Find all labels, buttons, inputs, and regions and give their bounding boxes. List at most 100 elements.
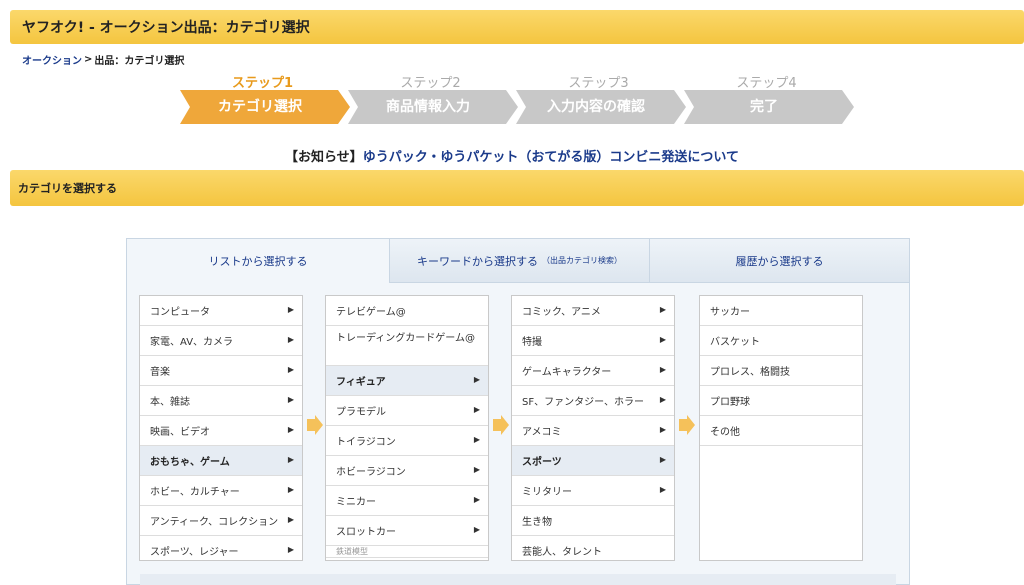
list-item[interactable]: 本、雑誌 ▶	[140, 386, 302, 416]
list-item-label: 音楽	[150, 367, 170, 378]
list-item-selected[interactable]: おもちゃ、ゲーム ▶	[140, 446, 302, 476]
notice-link[interactable]: ゆうパック・ゆうパケット（おてがる版）コンビニ発送について	[363, 150, 739, 165]
caret-right-icon: ▶	[659, 394, 666, 404]
category-panel: リストから選択する キーワードから選択する （出品カテゴリ検索） 履歴から選択する…	[126, 238, 910, 585]
category-column-3: コミック、アニメ ▶ 特撮 ▶ ゲームキャラクター ▶ SF、ファンタジー、ホラー ▶ …	[511, 295, 675, 561]
list-item[interactable]: スポーツ、レジャー ▶	[140, 536, 302, 560]
breadcrumb-link-auction[interactable]: オークション	[22, 52, 82, 67]
breadcrumb-separator: >	[84, 54, 93, 65]
list-item[interactable]: ホビーラジコン ▶	[326, 456, 488, 486]
category-column-2: テレビゲーム@ トレーディングカードゲーム@ フィギュア ▶ プラモデル ▶ トイラ…	[325, 295, 489, 561]
list-item-label: ミニカー	[336, 497, 376, 508]
list-item-label: スポーツ	[522, 457, 562, 468]
tab-list-select[interactable]: リストから選択する	[127, 239, 389, 283]
caret-right-icon: ▶	[287, 334, 294, 344]
list-item-label: コンピュータ	[150, 307, 210, 318]
list-item-label: トレーディングカードゲーム@	[336, 333, 475, 344]
tab-history-select[interactable]: 履歴から選択する	[649, 239, 909, 283]
list-item[interactable]: ミリタリー ▶	[512, 476, 674, 506]
list-item-label: フィギュア	[336, 377, 386, 388]
list-item[interactable]: サッカー	[700, 296, 862, 326]
list-item[interactable]: トレーディングカードゲーム@	[326, 326, 488, 366]
step-4-label: ステップ4	[736, 76, 797, 91]
list-item[interactable]: コミック、アニメ ▶	[512, 296, 674, 326]
tab-keyword-select-label: キーワードから選択する	[417, 254, 538, 268]
list-item-label: バスケット	[710, 337, 760, 348]
caret-right-icon: ▶	[287, 304, 294, 314]
step-2-name: 商品情報入力	[386, 99, 470, 115]
list-item[interactable]: 特撮 ▶	[512, 326, 674, 356]
arrow-right-icon	[493, 415, 509, 435]
list-item-label: アンティーク、コレクション	[150, 517, 279, 528]
list-item[interactable]: アメコミ ▶	[512, 416, 674, 446]
list-item[interactable]: プロレス、格闘技	[700, 356, 862, 386]
list-item-label: コミック、アニメ	[522, 307, 601, 318]
list-item[interactable]: アンティーク、コレクション ▶	[140, 506, 302, 536]
step-4-name: 完了	[750, 99, 778, 115]
list-item-label: プラモデル	[336, 407, 386, 418]
step-3: ステップ3 入力内容の確認	[516, 72, 686, 128]
page-title: ヤフオク! - オークション出品：カテゴリ選択	[22, 20, 310, 36]
step-2-label: ステップ2	[400, 76, 461, 91]
list-item-label: プロ野球	[710, 397, 750, 408]
tab-keyword-select[interactable]: キーワードから選択する （出品カテゴリ検索）	[389, 239, 649, 283]
list-item[interactable]: 音楽 ▶	[140, 356, 302, 386]
arrow-right-icon	[307, 415, 323, 435]
section-title: カテゴリを選択する	[18, 182, 117, 195]
caret-right-icon: ▶	[473, 464, 480, 474]
step-3-name: 入力内容の確認	[547, 99, 645, 115]
list-item-label: 本、雑誌	[150, 397, 190, 408]
list-item-label: 家電、AV、カメラ	[150, 337, 234, 348]
list-item-label: ホビー、カルチャー	[150, 487, 240, 498]
section-header: カテゴリを選択する	[10, 170, 1024, 206]
caret-right-icon: ▶	[287, 544, 294, 554]
list-item-label: トイラジコン	[336, 437, 396, 448]
list-item[interactable]: 生き物	[512, 506, 674, 536]
list-item[interactable]: 芸能人、タレント	[512, 536, 674, 560]
breadcrumb-current: 出品：カテゴリ選択	[94, 56, 185, 67]
list-item-label: 映画、ビデオ	[150, 427, 210, 438]
list-item[interactable]: SF、ファンタジー、ホラー ▶	[512, 386, 674, 416]
step-2: ステップ2 商品情報入力	[348, 72, 518, 128]
breadcrumb: オークション > 出品：カテゴリ選択	[22, 52, 184, 67]
panel-footer-strip	[140, 574, 896, 585]
list-item[interactable]: テレビゲーム@	[326, 296, 488, 326]
caret-right-icon: ▶	[287, 364, 294, 374]
list-item[interactable]: トイラジコン ▶	[326, 426, 488, 456]
list-item[interactable]: 映画、ビデオ ▶	[140, 416, 302, 446]
list-item[interactable]: ゲームキャラクター ▶	[512, 356, 674, 386]
list-item-label: ゲームキャラクター	[522, 367, 612, 378]
list-item[interactable]: その他	[700, 416, 862, 446]
caret-right-icon: ▶	[287, 514, 294, 524]
list-item[interactable]: ミニカー ▶	[326, 486, 488, 516]
caret-right-icon: ▶	[659, 334, 666, 344]
step-1-label: ステップ1	[231, 76, 294, 91]
list-item-selected[interactable]: フィギュア ▶	[326, 366, 488, 396]
caret-right-icon: ▶	[473, 434, 480, 444]
list-item-label: テレビゲーム@	[336, 307, 406, 318]
list-item[interactable]: ホビー、カルチャー ▶	[140, 476, 302, 506]
step-1: ステップ1 カテゴリ選択	[180, 72, 350, 128]
list-item[interactable]: バスケット	[700, 326, 862, 356]
tab-keyword-select-sub: （出品カテゴリ検索）	[542, 256, 622, 265]
list-item-label: ホビーラジコン	[336, 467, 406, 478]
list-item[interactable]: 鉄道模型	[326, 546, 488, 558]
list-item-selected[interactable]: スポーツ ▶	[512, 446, 674, 476]
list-item-label: スロットカー	[336, 527, 396, 538]
notice: 【お知らせ】ゆうパック・ゆうパケット（おてがる版）コンビニ発送について	[0, 146, 1024, 165]
caret-right-icon: ▶	[659, 304, 666, 314]
list-item-label: SF、ファンタジー、ホラー	[522, 397, 644, 408]
caret-right-icon: ▶	[473, 374, 480, 384]
list-item[interactable]: 家電、AV、カメラ ▶	[140, 326, 302, 356]
caret-right-icon: ▶	[659, 454, 666, 464]
page-header: ヤフオク! - オークション出品：カテゴリ選択	[10, 10, 1024, 44]
list-item[interactable]: プラモデル ▶	[326, 396, 488, 426]
list-item[interactable]: プロ野球	[700, 386, 862, 416]
category-column-4: サッカー バスケット プロレス、格闘技 プロ野球 その他	[699, 295, 863, 561]
caret-right-icon: ▶	[287, 394, 294, 404]
caret-right-icon: ▶	[659, 364, 666, 374]
list-item[interactable]: コンピュータ ▶	[140, 296, 302, 326]
caret-right-icon: ▶	[473, 494, 480, 504]
category-column-1: コンピュータ ▶ 家電、AV、カメラ ▶ 音楽 ▶ 本、雑誌 ▶ 映画、ビデオ ▶ おもち…	[139, 295, 303, 561]
list-item[interactable]: スロットカー ▶	[326, 516, 488, 546]
